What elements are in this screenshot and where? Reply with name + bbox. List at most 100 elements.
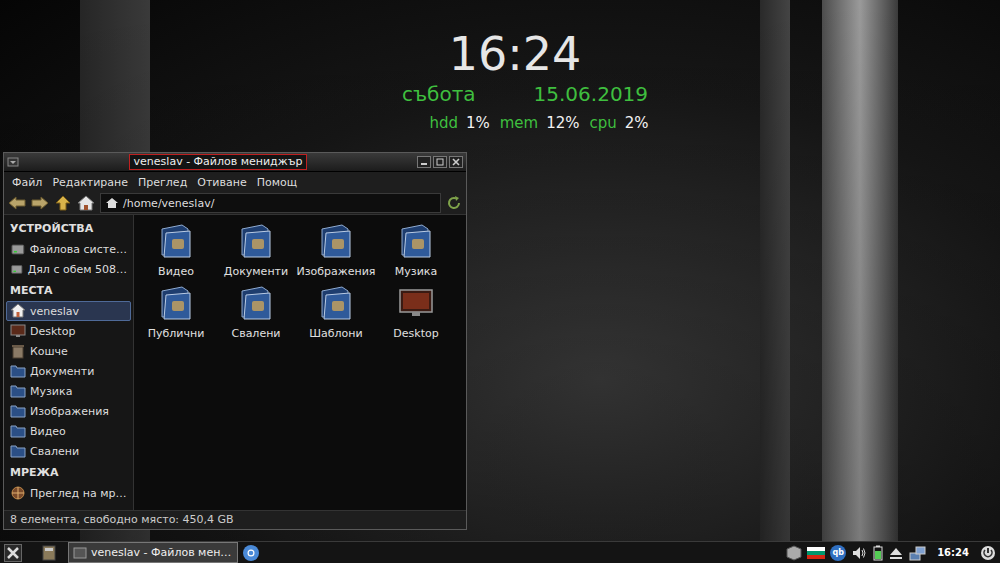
menu-item[interactable]: Файл [7,174,47,191]
sidebar-item-label: Дял с обем 508… [28,263,127,276]
sidebar-item[interactable]: Дял с обем 508… [6,259,131,279]
sidebar-item-label: Преглед на мр… [30,487,126,500]
home-icon[interactable] [77,195,95,211]
file-item[interactable]: Видео [136,221,216,283]
file-name: Изображения [297,265,376,278]
conky-time: 16:24 [439,30,582,78]
file-name: Музика [395,265,437,278]
sidebar-item[interactable]: Изображения [6,401,131,421]
sidebar-item[interactable]: Музика [6,381,131,401]
start-menu-icon[interactable] [4,544,22,562]
maximize-icon[interactable] [433,156,447,168]
trash-icon [10,343,26,359]
file-item[interactable]: Изображения [296,221,376,283]
window-body: УСТРОЙСТВАФайлова систе…Дял с обем 508…М… [4,214,466,510]
sidebar-item[interactable]: Кошче [6,341,131,361]
sidebar-item[interactable]: Файлова систе… [6,239,131,259]
toolbar: /home/veneslav/ [4,192,466,214]
stat-value: 2% [625,114,649,132]
conky-stats: hdd1% mem12% cpu 2% [371,114,648,132]
sidebar-item-label: Видео [30,425,66,438]
path-text: /home/veneslav/ [123,197,214,210]
desktop-icon [10,323,26,339]
eject-icon[interactable] [889,545,903,561]
folder-icon [10,403,26,419]
browser-icon[interactable] [242,544,260,562]
status-bar: 8 елемента, свободно място: 450,4 GB [4,510,466,529]
folder-icon [10,423,26,439]
file-item[interactable]: Свалени [216,283,296,345]
folder-icon [238,285,274,321]
drive-icon [10,241,26,257]
file-manager-window[interactable]: veneslav - Файлов мениджър ФайлРедактиран… [3,152,467,530]
forward-arrow-icon[interactable] [31,195,49,211]
folder-icon [158,285,194,321]
window-menu-icon[interactable] [7,157,19,167]
menu-item[interactable]: Помощ [252,174,302,191]
sidebar-section-title: МЕСТА [6,279,131,301]
task-button[interactable]: veneslav - Файлов мен… [68,542,238,563]
bulgarian-flag-icon[interactable] [807,547,825,559]
file-item[interactable]: Публични [136,283,216,345]
sidebar-item-label: Музика [30,385,72,398]
file-manager-icon [73,546,87,560]
sidebar-item[interactable]: Видео [6,421,131,441]
up-arrow-icon[interactable] [54,195,72,211]
stat-label: cpu [590,114,617,132]
folder-icon [318,285,354,321]
file-item[interactable]: Desktop [376,283,456,345]
menu-item[interactable]: Отиване [192,174,251,191]
folder-icon [10,363,26,379]
package-icon[interactable] [786,545,802,561]
conky-stat: hdd1% [429,114,489,132]
sidebar-item-label: Свалени [30,445,79,458]
sidebar-item[interactable]: Документи [6,361,131,381]
file-item[interactable]: Музика [376,221,456,283]
sidebar-item[interactable]: Desktop [6,321,131,341]
path-field[interactable]: /home/veneslav/ [100,193,441,213]
sidebar-item-label: Изображения [30,405,109,418]
qbittorrent-icon[interactable]: qb [830,545,846,561]
sidebar-item-label: Desktop [30,325,75,338]
volume-icon[interactable] [851,545,867,561]
conky-date-row: събота15.06.2019 [372,82,648,106]
folder-icon [398,223,434,259]
close-icon[interactable] [449,156,463,168]
sidebar-item[interactable]: Свалени [6,441,131,461]
sidebar-item-label: Документи [30,365,94,378]
refresh-icon[interactable] [446,195,462,211]
sidebar-item[interactable]: Преглед на мр… [6,483,131,503]
file-item[interactable]: Шаблони [296,283,376,345]
stat-label: mem [500,114,538,132]
folder-icon [10,383,26,399]
sidebar-item[interactable]: veneslav [6,301,131,321]
network-status-icon[interactable] [908,545,926,561]
file-manager-launcher-icon[interactable] [40,544,58,562]
sidebar-section-title: МРЕЖА [6,461,131,483]
conky-day: събота [402,82,476,106]
minimize-icon[interactable] [417,156,431,168]
menu-item[interactable]: Преглед [133,174,192,191]
task-label: veneslav - Файлов мен… [91,546,231,559]
folder-icon [10,443,26,459]
sidebar-item-label: Файлова систе… [30,243,127,256]
conky-stat: mem12% [500,114,580,132]
back-arrow-icon[interactable] [8,195,26,211]
sidebar-item-label: Кошче [30,345,68,358]
power-icon[interactable] [980,545,996,561]
wallpaper: 16:24 събота15.06.2019 hdd1% mem12% cpu 2% ven… [0,0,1000,541]
file-name: Публични [148,327,205,340]
title-bar[interactable]: veneslav - Файлов мениджър [4,153,466,172]
desktop-screen: 16:24 събота15.06.2019 hdd1% mem12% cpu 2% ven… [0,0,1000,563]
desktop-folder-icon [398,285,434,321]
file-name: Desktop [393,327,438,340]
file-item[interactable]: Документи [216,221,296,283]
conky-widget: 16:24 събота15.06.2019 hdd1% mem12% cpu 2% [360,30,660,132]
home-folder-icon [105,197,119,209]
drive-icon [10,261,24,277]
taskbar-clock[interactable]: 16:24 [931,547,975,558]
file-name: Свалени [231,327,280,340]
battery-icon[interactable] [872,545,884,561]
conky-stat: cpu 2% [590,114,649,132]
menu-item[interactable]: Редактиране [47,174,133,191]
